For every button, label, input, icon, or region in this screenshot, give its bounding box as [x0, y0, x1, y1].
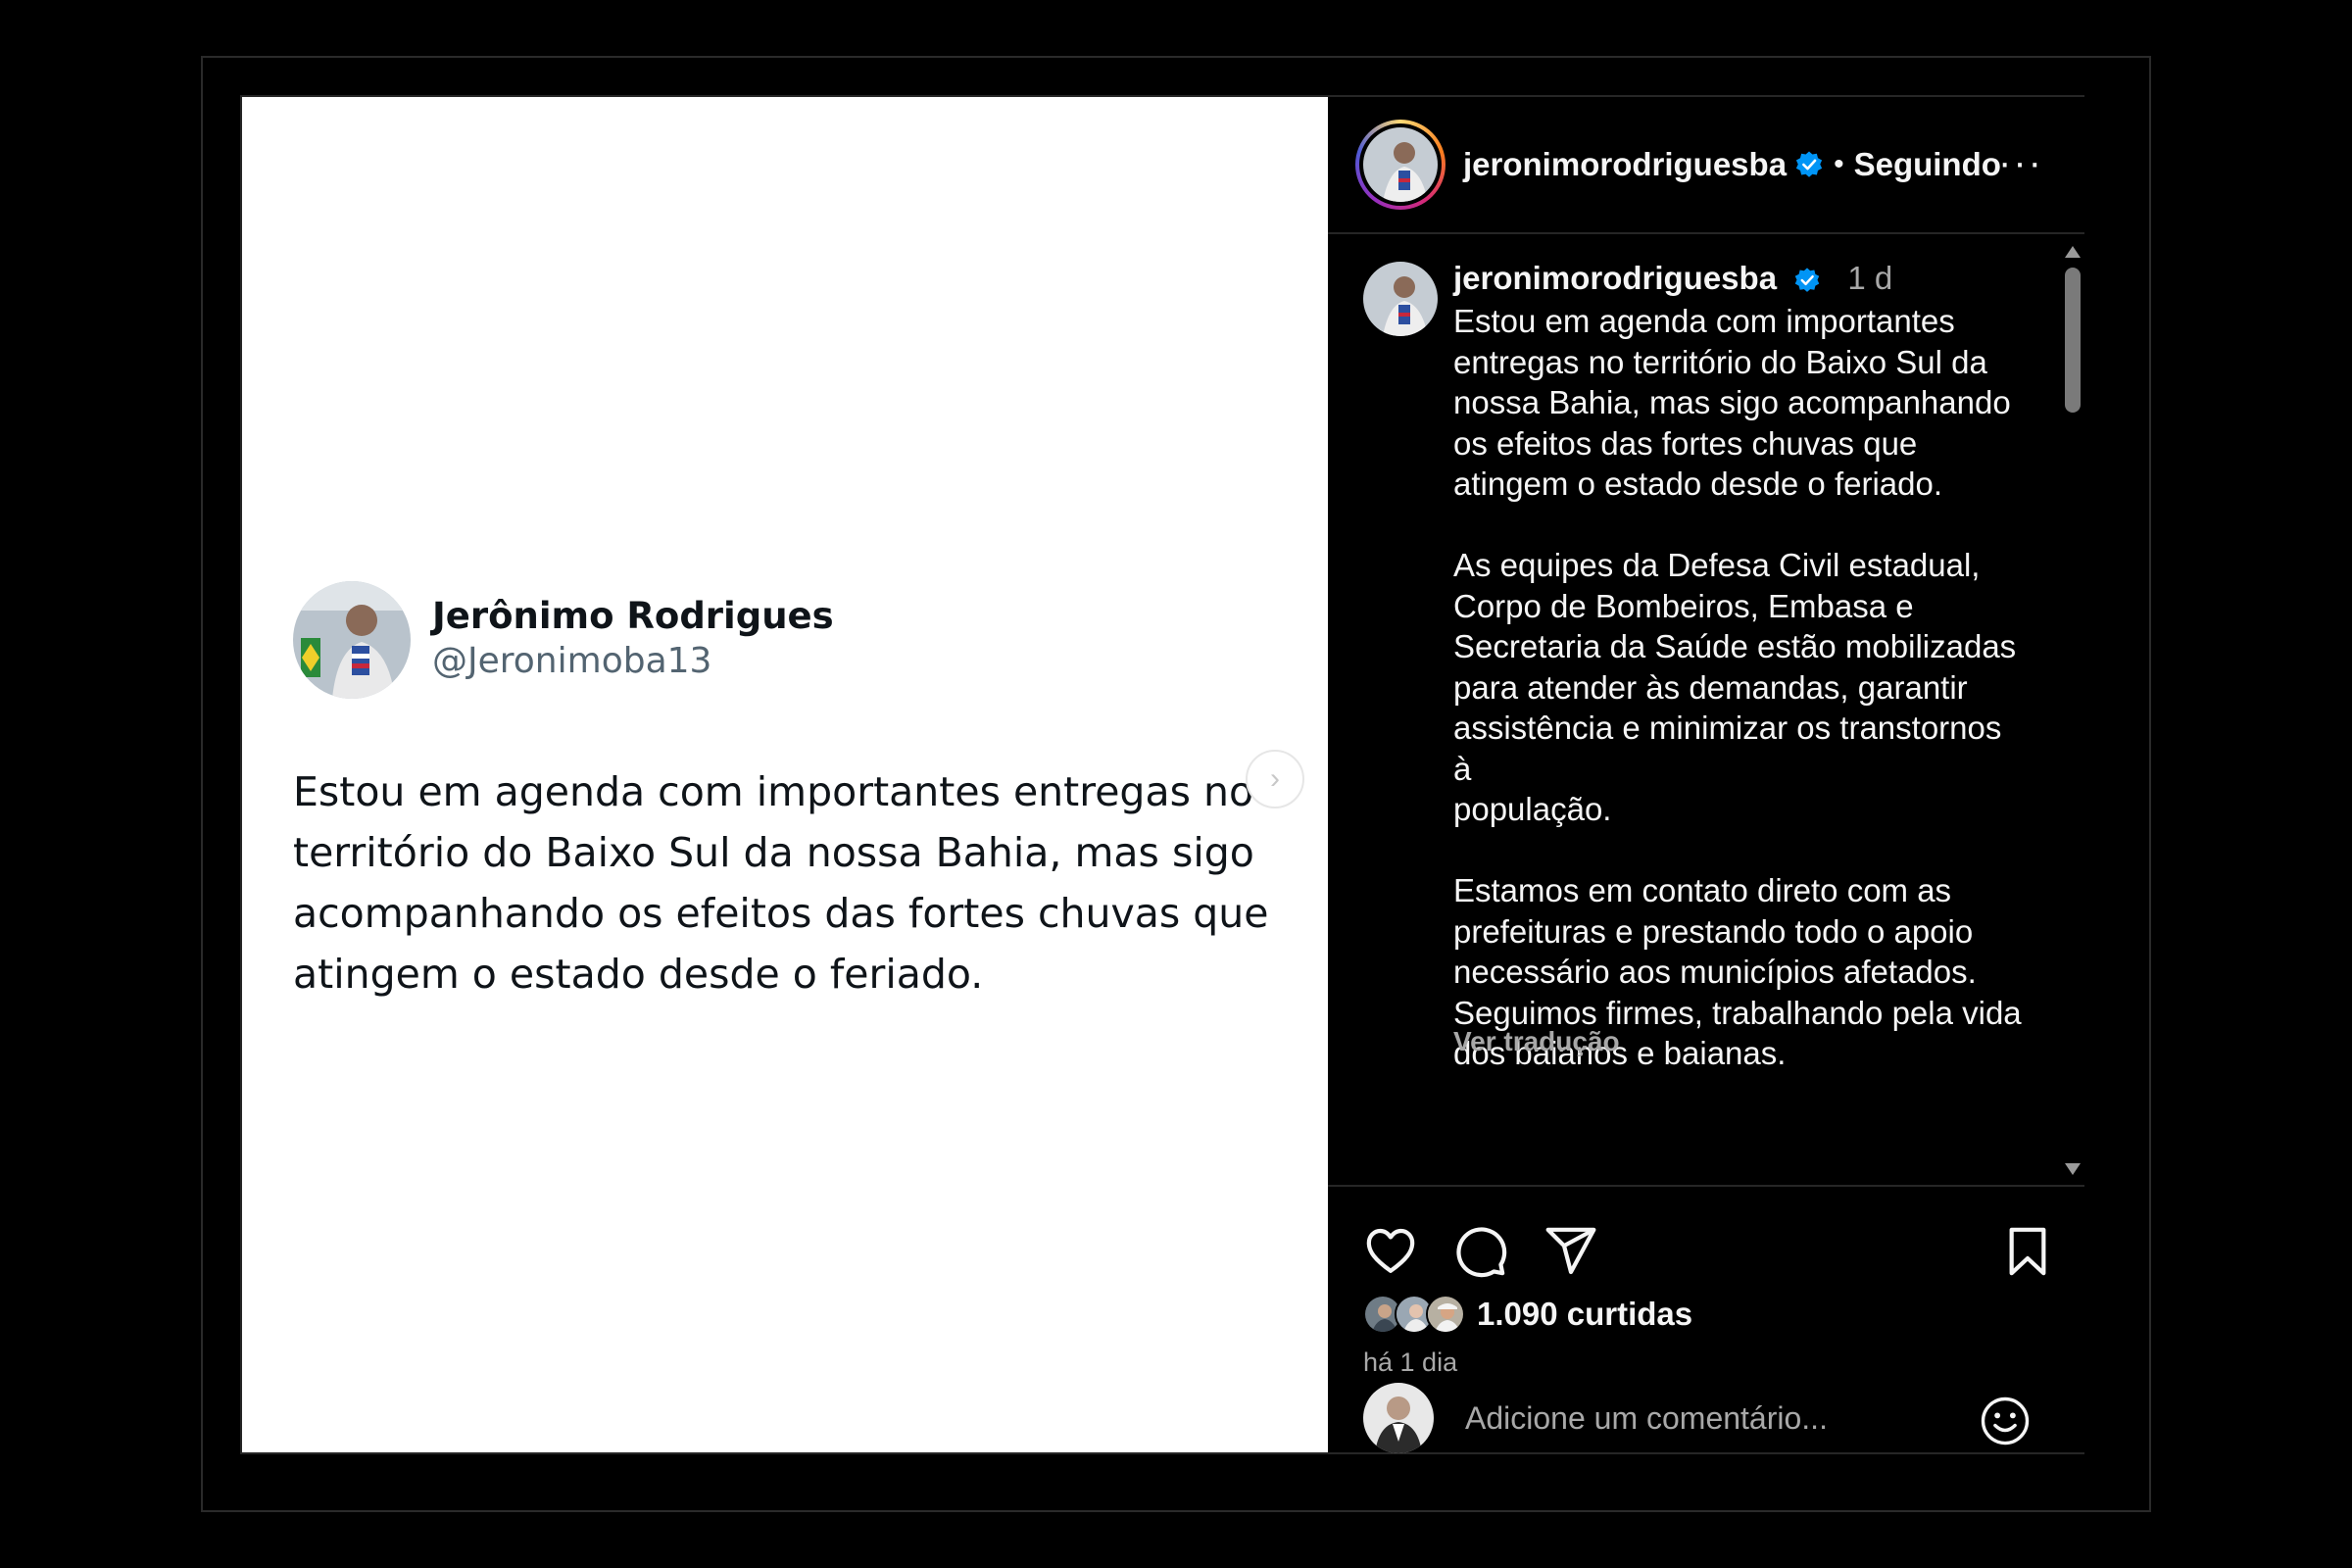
- likes-row[interactable]: 1.090 curtidas: [1363, 1295, 1692, 1334]
- caption-scrollbar[interactable]: [2059, 236, 2084, 1185]
- caption-username[interactable]: jeronimorodriguesba: [1453, 260, 1777, 296]
- scrollbar-thumb[interactable]: [2065, 268, 2081, 413]
- likes-count[interactable]: 1.090 curtidas: [1477, 1296, 1692, 1333]
- tweet-header: Jerônimo Rodrigues @Jeronimoba13: [293, 581, 834, 699]
- bookmark-icon[interactable]: [2000, 1224, 2055, 1279]
- header-separator: •: [1834, 148, 1844, 180]
- share-icon[interactable]: [1544, 1224, 1598, 1279]
- next-slide-button[interactable]: ›: [1246, 750, 1304, 808]
- scroll-up-arrow-icon[interactable]: [2065, 246, 2081, 258]
- caption-time[interactable]: 1 d: [1847, 260, 1892, 296]
- liker-avatar: [1426, 1295, 1465, 1334]
- verified-icon: [1794, 268, 1820, 293]
- action-bar: [1328, 1214, 2084, 1283]
- comment-icon[interactable]: [1453, 1224, 1508, 1279]
- scroll-down-arrow-icon[interactable]: [2065, 1163, 2081, 1175]
- caption-meta: jeronimorodriguesba 1 d: [1453, 260, 1892, 297]
- tweet-author-name: Jerônimo Rodrigues: [432, 594, 834, 637]
- caption-avatar[interactable]: [1363, 262, 1438, 336]
- current-user-avatar: [1363, 1383, 1434, 1453]
- comment-input[interactable]: [1465, 1396, 1936, 1440]
- post-date: há 1 dia: [1363, 1348, 1458, 1377]
- tweet-avatar: [293, 581, 411, 699]
- post-media[interactable]: Jerônimo Rodrigues @Jeronimoba13 Estou e…: [242, 97, 1328, 1452]
- post-modal: Jerônimo Rodrigues @Jeronimoba13 Estou e…: [240, 95, 2084, 1454]
- story-ring[interactable]: [1355, 120, 1446, 210]
- verified-icon: [1795, 151, 1823, 177]
- comment-bar: [1328, 1383, 2084, 1454]
- caption-text: Estou em agenda com importantes entregas…: [1453, 303, 2022, 1071]
- post-sidebar: jeronimorodriguesba • Seguindo ··· jeron…: [1328, 97, 2084, 1454]
- tweet-text: Estou em agenda com importantes entregas…: [293, 768, 1269, 998]
- caption-area[interactable]: jeronimorodriguesba 1 d Estou em agenda …: [1328, 236, 2084, 1187]
- see-translation-link[interactable]: Ver tradução: [1453, 1026, 1620, 1057]
- post-header: jeronimorodriguesba • Seguindo ···: [1328, 97, 2084, 234]
- header-username[interactable]: jeronimorodriguesba: [1463, 146, 1787, 183]
- chevron-right-icon: ›: [1270, 762, 1280, 795]
- following-button[interactable]: Seguindo: [1854, 146, 2001, 183]
- tweet-author-handle: @Jeronimoba13: [432, 640, 712, 681]
- more-options-button[interactable]: ···: [1998, 143, 2043, 182]
- avatar: [1363, 127, 1438, 202]
- tweet-author: Jerônimo Rodrigues @Jeronimoba13: [432, 595, 834, 686]
- heart-icon[interactable]: [1363, 1224, 1418, 1279]
- emoji-icon[interactable]: [1979, 1395, 2032, 1447]
